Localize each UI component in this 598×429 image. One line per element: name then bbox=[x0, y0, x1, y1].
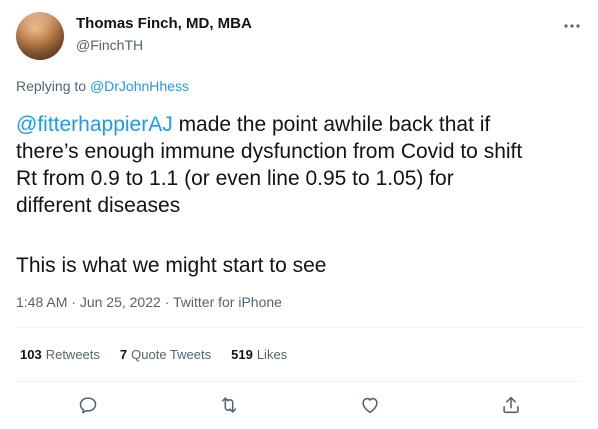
retweets-stat[interactable]: 103 Retweets bbox=[20, 347, 100, 362]
like-button[interactable] bbox=[358, 393, 382, 417]
quote-tweets-count: 7 bbox=[119, 347, 128, 362]
divider-top bbox=[16, 327, 582, 328]
action-bar bbox=[0, 383, 598, 429]
tweet-line-3: Rt from 0.9 to 1.1 (or even line 0.95 to… bbox=[16, 167, 454, 190]
tweet-date[interactable]: Jun 25, 2022 bbox=[80, 294, 161, 310]
tweet-card: Thomas Finch, MD, MBA @FinchTH Replying … bbox=[0, 0, 598, 429]
quote-tweets-stat[interactable]: 7 Quote Tweets bbox=[120, 347, 211, 362]
retweets-label: Retweets bbox=[45, 347, 100, 362]
tweet-meta: 1:48 AM · Jun 25, 2022 · Twitter for iPh… bbox=[16, 294, 282, 310]
tweet-stats: 103 Retweets 7 Quote Tweets 519 Likes bbox=[20, 347, 307, 362]
tweet-paragraph-2: This is what we might start to see bbox=[16, 254, 327, 277]
likes-label: Likes bbox=[256, 347, 288, 362]
likes-count: 519 bbox=[231, 347, 253, 362]
reply-button[interactable] bbox=[76, 393, 100, 417]
likes-stat[interactable]: 519 Likes bbox=[231, 347, 287, 362]
tweet-line-1-text: made the point awhile back that if bbox=[172, 113, 491, 136]
share-button[interactable] bbox=[499, 393, 523, 417]
avatar-shading bbox=[16, 12, 64, 60]
tweet-line-1: @fitterhappierAJ made the point awhile b… bbox=[16, 111, 586, 138]
retweet-button[interactable] bbox=[217, 393, 241, 417]
meta-separator: · bbox=[67, 294, 80, 310]
more-options-icon bbox=[564, 24, 580, 28]
retweet-icon bbox=[221, 397, 237, 413]
quote-tweets-label: Quote Tweets bbox=[131, 347, 212, 362]
tweet-line-4: different diseases bbox=[16, 194, 181, 217]
tweet-text: @fitterhappierAJ made the point awhile b… bbox=[16, 111, 586, 219]
reply-target-link[interactable]: @DrJohnHhess bbox=[90, 78, 189, 94]
share-icon bbox=[503, 396, 519, 414]
author-name[interactable]: Thomas Finch, MD, MBA bbox=[76, 15, 252, 32]
reply-icon bbox=[79, 397, 97, 414]
heart-icon bbox=[362, 397, 378, 414]
replying-prefix: Replying to bbox=[16, 78, 90, 94]
tweet-source[interactable]: Twitter for iPhone bbox=[173, 294, 282, 310]
replying-to: Replying to @DrJohnHhess bbox=[16, 78, 189, 94]
divider-bottom bbox=[16, 381, 582, 382]
meta-separator: · bbox=[160, 294, 173, 310]
author-avatar[interactable] bbox=[16, 12, 64, 60]
tweet-line-2: there’s enough immune dysfunction from C… bbox=[16, 140, 523, 163]
retweets-count: 103 bbox=[20, 347, 42, 362]
mention-link[interactable]: @fitterhappierAJ bbox=[16, 113, 173, 136]
more-options-button[interactable] bbox=[558, 12, 586, 40]
author-handle[interactable]: @FinchTH bbox=[76, 37, 143, 53]
tweet-time[interactable]: 1:48 AM bbox=[16, 294, 67, 310]
